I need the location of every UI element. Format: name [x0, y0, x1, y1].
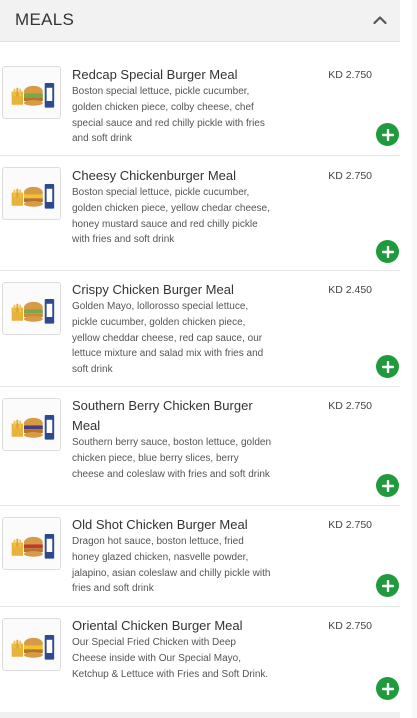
- scrollbar[interactable]: [412, 0, 417, 718]
- meal-item[interactable]: Southern Berry Chicken Burger Meal South…: [0, 387, 400, 506]
- meal-image[interactable]: [2, 167, 61, 220]
- section-divider: [0, 712, 400, 718]
- plus-icon: [381, 682, 394, 695]
- collapse-button[interactable]: [368, 8, 392, 32]
- plus-icon: [381, 579, 394, 592]
- burger-meal-image: [3, 283, 60, 334]
- section-title: MEALS: [15, 10, 75, 29]
- meal-image[interactable]: [2, 517, 61, 570]
- meals-section-header[interactable]: MEALS: [0, 0, 400, 42]
- meal-description: Golden Mayo, lollorosso special lettuce,…: [72, 301, 264, 376]
- meal-name[interactable]: Redcap Special Burger Meal: [72, 65, 312, 85]
- add-to-cart-button[interactable]: [376, 240, 399, 263]
- plus-icon: [381, 245, 394, 258]
- meal-name[interactable]: Crispy Chicken Burger Meal: [72, 280, 312, 300]
- add-to-cart-button[interactable]: [376, 355, 399, 378]
- meal-image[interactable]: [2, 398, 61, 451]
- meal-price: KD 2.750: [328, 519, 372, 531]
- plus-icon: [381, 479, 394, 492]
- meal-description: Boston special lettuce, pickle cucumber,…: [72, 187, 270, 246]
- meal-price: KD 2.750: [328, 170, 372, 182]
- meal-price: KD 2.750: [328, 620, 372, 632]
- meal-price: KD 2.750: [328, 69, 372, 81]
- add-to-cart-button[interactable]: [376, 123, 399, 146]
- plus-icon: [381, 128, 394, 141]
- plus-icon: [381, 360, 394, 373]
- meal-description: Southern berry sauce, boston lettuce, go…: [72, 437, 272, 480]
- meal-description: Boston special lettuce, pickle cucumber,…: [72, 86, 265, 145]
- burger-meal-image: [3, 518, 60, 569]
- burger-meal-image: [3, 619, 60, 670]
- meal-price: KD 2.450: [328, 284, 372, 296]
- meal-image[interactable]: [2, 66, 61, 119]
- burger-meal-image: [3, 67, 60, 118]
- meal-list: Redcap Special Burger Meal Boston specia…: [0, 52, 400, 711]
- meal-name[interactable]: Old Shot Chicken Burger Meal: [72, 515, 312, 535]
- meal-name[interactable]: Cheesy Chickenburger Meal: [72, 166, 312, 186]
- meal-item[interactable]: Old Shot Chicken Burger Meal Dragon hot …: [0, 506, 400, 607]
- burger-meal-image: [3, 168, 60, 219]
- meal-item[interactable]: Cheesy Chickenburger Meal Boston special…: [0, 156, 400, 271]
- add-to-cart-button[interactable]: [376, 677, 399, 700]
- add-to-cart-button[interactable]: [376, 574, 399, 597]
- add-to-cart-button[interactable]: [376, 474, 399, 497]
- meal-image[interactable]: [2, 618, 61, 671]
- meal-item[interactable]: Redcap Special Burger Meal Boston specia…: [0, 52, 400, 156]
- meal-name[interactable]: Southern Berry Chicken Burger Meal: [72, 396, 272, 436]
- meal-image[interactable]: [2, 282, 61, 335]
- burger-meal-image: [3, 399, 60, 450]
- meal-description: Our Special Fried Chicken with Deep Chee…: [72, 637, 269, 680]
- meal-description: Dragon hot sauce, boston lettuce, fried …: [72, 536, 271, 595]
- meal-item[interactable]: Oriental Chicken Burger Meal Our Special…: [0, 607, 400, 711]
- chevron-up-icon: [373, 16, 387, 25]
- meal-item[interactable]: Crispy Chicken Burger Meal Golden Mayo, …: [0, 271, 400, 387]
- meal-name[interactable]: Oriental Chicken Burger Meal: [72, 616, 312, 636]
- meal-price: KD 2.750: [328, 400, 372, 412]
